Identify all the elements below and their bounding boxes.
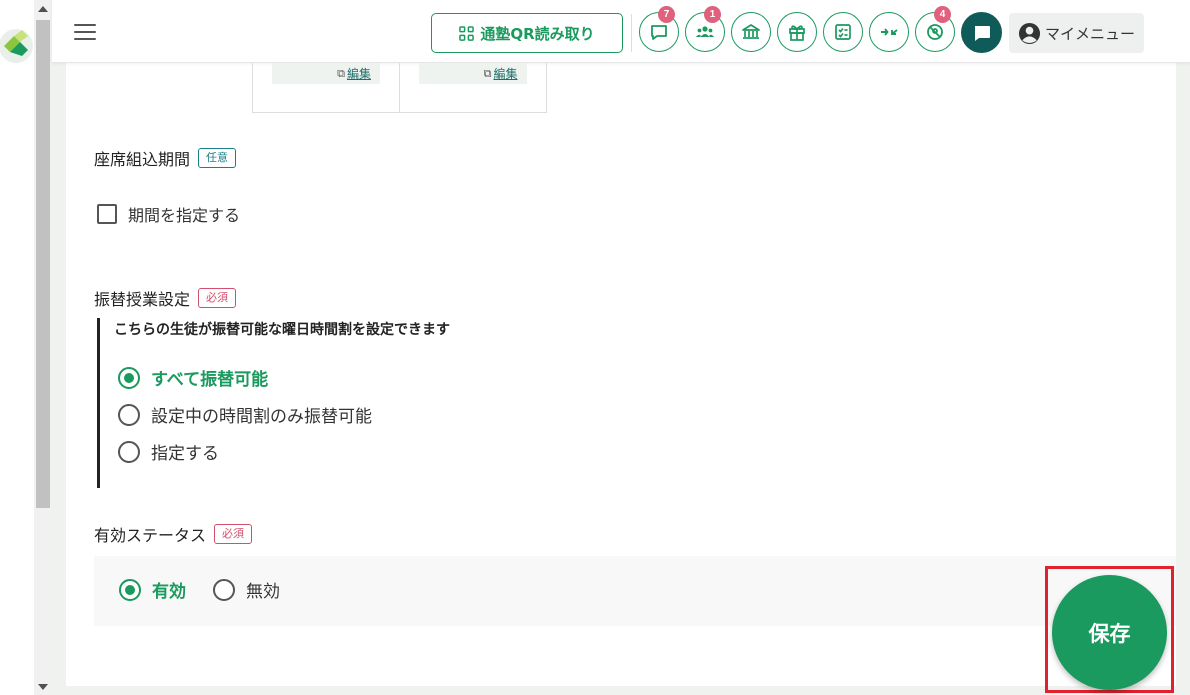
edit-link[interactable]: ⧉ 編集 <box>272 63 380 84</box>
bank-icon <box>742 24 760 39</box>
users-icon <box>696 26 714 37</box>
specify-period-checkbox-row[interactable]: 期間を指定する <box>97 202 240 226</box>
transfer-label: 振替授業設定 <box>94 290 191 309</box>
save-button[interactable]: 保存 <box>1052 575 1167 690</box>
transfer-option-label: 設定中の時間割のみ振替可能 <box>151 407 372 427</box>
students-badge: 1 <box>704 6 721 23</box>
scroll-thumb[interactable] <box>36 20 50 508</box>
page-root: 通塾QR読み取り 7 1 4 マイメニュー ⧉ 編集 ⧉ 編集 座席組込期間 任… <box>0 0 1190 695</box>
radio-button[interactable] <box>118 366 140 389</box>
transfer-option-current[interactable]: 設定中の時間割のみ振替可能 <box>118 402 372 427</box>
chat-solid-icon <box>974 25 990 41</box>
hamburger-menu-icon[interactable] <box>74 24 96 40</box>
account-circle-icon <box>1018 22 1041 44</box>
external-edit-icon: ⧉ <box>483 66 492 80</box>
radio-button[interactable] <box>213 578 235 601</box>
seat-period-heading: 座席組込期間 任意 <box>94 146 237 170</box>
students-button[interactable]: 1 <box>685 6 725 52</box>
radio-button[interactable] <box>118 440 140 463</box>
status-heading: 有効ステータス 必須 <box>94 522 253 546</box>
app-logo-icon[interactable] <box>0 28 34 64</box>
transfer-option-label: 指定する <box>151 444 219 464</box>
location-off-icon <box>927 24 943 40</box>
vertical-scrollbar[interactable] <box>34 0 52 695</box>
my-menu-label: マイメニュー <box>1044 24 1135 43</box>
transfer-option-all[interactable]: すべて振替可能 <box>118 365 268 390</box>
gift-icon <box>789 25 805 41</box>
radio-button[interactable] <box>118 403 140 426</box>
transfer-left-rule <box>97 318 100 488</box>
arrows-in-icon <box>881 28 898 36</box>
school-button[interactable] <box>731 12 771 52</box>
qr-scan-button[interactable]: 通塾QR読み取り <box>431 13 623 53</box>
app-side-strip <box>0 0 34 695</box>
merge-button[interactable] <box>869 12 909 52</box>
scroll-down-arrow-icon[interactable] <box>38 684 48 690</box>
messages-badge: 7 <box>658 6 675 23</box>
radio-button[interactable] <box>119 578 141 601</box>
chat-bubble-icon <box>651 25 667 40</box>
tasks-button[interactable] <box>823 12 863 52</box>
status-option-label: 有効 <box>152 582 186 602</box>
image-slot: ⧉ 編集 <box>400 63 547 113</box>
gift-button[interactable] <box>777 12 817 52</box>
scroll-up-arrow-icon[interactable] <box>38 6 48 12</box>
required-tag: 必須 <box>198 288 237 308</box>
status-label: 有効ステータス <box>94 526 207 545</box>
specify-period-label: 期間を指定する <box>128 206 241 225</box>
image-slot: ⧉ 編集 <box>253 63 400 113</box>
status-option-label: 無効 <box>246 582 280 602</box>
qr-scan-label: 通塾QR読み取り <box>480 24 595 43</box>
qr-code-icon <box>459 25 475 41</box>
specify-period-checkbox[interactable] <box>97 204 117 224</box>
image-slots: ⧉ 編集 ⧉ 編集 <box>252 63 547 113</box>
top-header: 通塾QR読み取り 7 1 4 マイメニュー <box>52 0 1190 63</box>
my-menu-button[interactable]: マイメニュー <box>1009 13 1144 53</box>
transfer-description: こちらの生徒が振替可能な曜日時間割を設定できます <box>114 322 450 338</box>
edit-link[interactable]: ⧉ 編集 <box>418 63 527 84</box>
transfer-heading: 振替授業設定 必須 <box>94 286 237 310</box>
optional-tag: 任意 <box>198 148 237 168</box>
chat-button[interactable] <box>961 12 1002 53</box>
location-badge: 4 <box>934 6 951 23</box>
status-option-active[interactable]: 有効 <box>119 577 186 602</box>
status-option-inactive[interactable]: 無効 <box>213 577 280 602</box>
location-button[interactable]: 4 <box>915 6 955 52</box>
edit-label: 編集 <box>493 67 518 81</box>
messages-button[interactable]: 7 <box>639 6 679 52</box>
checklist-icon <box>835 24 851 40</box>
seat-period-label: 座席組込期間 <box>94 150 191 169</box>
external-edit-icon: ⧉ <box>337 66 345 80</box>
edit-label: 編集 <box>346 67 371 81</box>
required-tag: 必須 <box>214 524 253 544</box>
transfer-option-label: すべて振替可能 <box>151 370 269 390</box>
transfer-option-specify[interactable]: 指定する <box>118 439 219 464</box>
header-divider <box>631 14 632 52</box>
